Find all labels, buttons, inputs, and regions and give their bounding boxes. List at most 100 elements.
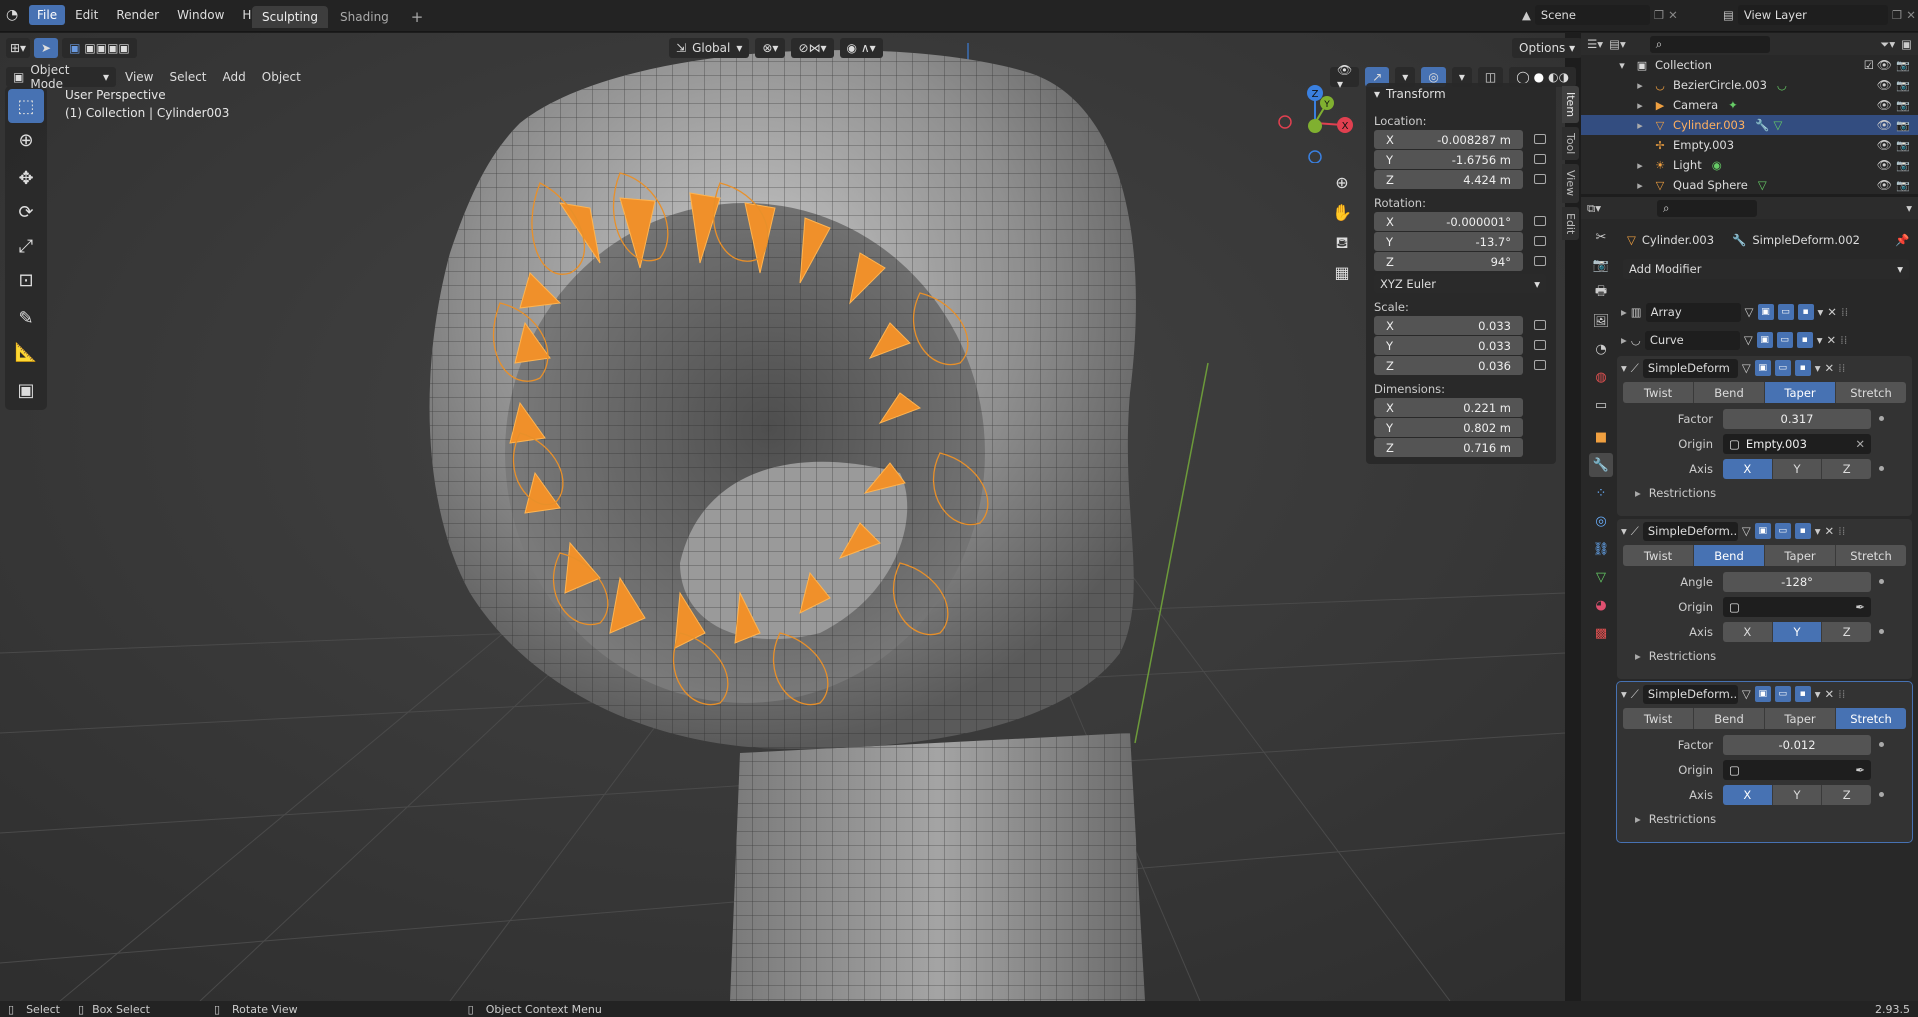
rotation-y-field[interactable]: Y -13.7° bbox=[1374, 232, 1523, 251]
outliner-search-input[interactable]: ⌕ bbox=[1649, 35, 1770, 53]
collection-checkbox-icon[interactable]: ☑ bbox=[1864, 58, 1874, 72]
properties-editor-icon[interactable]: ⧉▾ bbox=[1587, 201, 1601, 216]
modifier-name-simpledeform[interactable]: SimpleDeform bbox=[1642, 358, 1738, 378]
annotate-tool-icon[interactable]: ✎ bbox=[8, 301, 44, 335]
viewport-display-icon[interactable]: ▭ bbox=[1774, 360, 1791, 376]
filter-icon[interactable]: ⏷▾ bbox=[1880, 37, 1895, 52]
delete-view-layer-icon[interactable]: ✕ bbox=[1906, 8, 1916, 22]
drag-handle-icon[interactable]: ⁞⁞ bbox=[1838, 524, 1845, 538]
sidebar-tab-tool[interactable]: Tool bbox=[1562, 127, 1579, 161]
mode-stretch[interactable]: Stretch bbox=[1836, 708, 1906, 729]
add-workspace-icon[interactable]: + bbox=[401, 6, 434, 28]
dimensions-z-field[interactable]: Z 0.716 m bbox=[1374, 438, 1523, 457]
add-modifier-dropdown[interactable]: Add Modifier ▾ bbox=[1623, 259, 1909, 279]
visibility-eye-icon[interactable]: 👁 bbox=[1877, 118, 1892, 132]
new-collection-icon[interactable]: ▣ bbox=[1901, 37, 1912, 51]
scale-x-field[interactable]: X 0.033 bbox=[1374, 316, 1523, 335]
mode-bend[interactable]: Bend bbox=[1694, 382, 1765, 403]
transform-tool-icon[interactable]: ⊡ bbox=[8, 263, 44, 297]
render-camera-icon[interactable]: 📷 bbox=[1896, 119, 1910, 132]
axis-y[interactable]: Y bbox=[1772, 458, 1823, 479]
outliner-item-quadsphere[interactable]: ▸ ▽ Quad Sphere ▽ 👁 📷 bbox=[1581, 175, 1918, 195]
properties-search-input[interactable]: ⌕ bbox=[1656, 199, 1757, 217]
material-tab-icon[interactable]: ◕ bbox=[1589, 593, 1613, 617]
axis-x[interactable]: X bbox=[1723, 458, 1773, 479]
mode-bend[interactable]: Bend bbox=[1694, 708, 1765, 729]
viewport-display-icon[interactable]: ▭ bbox=[1774, 523, 1791, 539]
collapse-chevron-icon[interactable]: ▾ bbox=[1621, 687, 1627, 701]
proportional-edit-icon[interactable]: ◉ ∧▾ bbox=[839, 38, 883, 58]
keyframe-dot-icon[interactable] bbox=[1879, 792, 1884, 797]
add-cube-tool-icon[interactable]: ▣ bbox=[8, 373, 44, 407]
delete-modifier-icon[interactable]: ✕ bbox=[1824, 524, 1834, 538]
measure-tool-icon[interactable]: 📐 bbox=[8, 335, 44, 369]
move-tool-icon[interactable]: ✥ bbox=[8, 161, 44, 195]
modifier-menu-icon[interactable]: ▾ bbox=[1817, 333, 1823, 347]
render-camera-icon[interactable]: 📷 bbox=[1896, 59, 1910, 72]
eyedropper-icon[interactable]: ✒ bbox=[1855, 600, 1865, 614]
origin-field[interactable]: ▢ ✒ bbox=[1723, 596, 1871, 617]
view-layer-tab-icon[interactable]: 🖼 bbox=[1589, 309, 1613, 333]
view-layer-field[interactable]: View Layer bbox=[1737, 5, 1888, 25]
editor-type-icon[interactable]: ⊞▾ bbox=[6, 38, 31, 58]
outliner-item-beziercircle[interactable]: ▸ ◡ BezierCircle.003 ◡ 👁 📷 bbox=[1581, 75, 1918, 95]
eyedropper-icon[interactable]: ✒ bbox=[1855, 763, 1865, 777]
particles-tab-icon[interactable]: ⁘ bbox=[1589, 481, 1613, 505]
delete-modifier-icon[interactable]: ✕ bbox=[1827, 305, 1837, 319]
select-mode-arrow-icon[interactable]: ➤ bbox=[34, 38, 59, 58]
scale-z-field[interactable]: Z 0.036 bbox=[1374, 356, 1523, 375]
drag-handle-icon[interactable]: ⁞⁞ bbox=[1840, 333, 1847, 347]
mode-stretch[interactable]: Stretch bbox=[1836, 545, 1906, 566]
collapse-chevron-icon[interactable]: ▾ bbox=[1621, 524, 1627, 538]
texture-tab-icon[interactable]: ▩ bbox=[1589, 621, 1613, 645]
outliner-item-light[interactable]: ▸ ☀ Light ◉ 👁 📷 bbox=[1581, 155, 1918, 175]
constraints-tab-icon[interactable]: ⛓ bbox=[1589, 537, 1613, 561]
keyframe-dot-icon[interactable] bbox=[1879, 579, 1884, 584]
restrictions-subpanel[interactable]: ▸ Restrictions bbox=[1617, 644, 1912, 668]
menu-file[interactable]: File bbox=[29, 5, 66, 25]
camera-view-icon[interactable]: ⛾ bbox=[1328, 233, 1356, 263]
edit-cage-icon[interactable]: ▽ bbox=[1742, 361, 1751, 375]
render-display-icon[interactable]: ▪ bbox=[1794, 360, 1811, 376]
rotation-mode-dropdown[interactable]: XYZ Euler ▾ bbox=[1374, 274, 1546, 293]
render-camera-icon[interactable]: 📷 bbox=[1896, 139, 1910, 152]
modifier-menu-icon[interactable]: ▾ bbox=[1815, 524, 1821, 538]
visibility-icon[interactable]: 👁▾ bbox=[1330, 63, 1360, 91]
menu-select[interactable]: Select bbox=[162, 67, 213, 87]
modifier-tab-icon[interactable]: 🔧 bbox=[1589, 453, 1613, 477]
menu-object[interactable]: Object bbox=[255, 67, 308, 87]
edit-cage-icon[interactable]: ▽ bbox=[1742, 687, 1751, 701]
keyframe-dot-icon[interactable] bbox=[1879, 742, 1884, 747]
editmode-icon[interactable]: ▣ bbox=[1757, 304, 1774, 320]
expand-chevron-icon[interactable]: ▸ bbox=[1621, 305, 1627, 319]
viewport-display-icon[interactable]: ▭ bbox=[1774, 686, 1791, 702]
menu-edit[interactable]: Edit bbox=[67, 5, 106, 25]
outliner-item-empty[interactable]: ✢ Empty.003 👁 📷 bbox=[1581, 135, 1918, 155]
object-tab-icon[interactable]: ■ bbox=[1589, 425, 1613, 449]
viewport-display-icon[interactable]: ▭ bbox=[1777, 304, 1794, 320]
outliner-item-camera[interactable]: ▸ ▶ Camera ✦ 👁 📷 bbox=[1581, 95, 1918, 115]
drag-handle-icon[interactable]: ⁞⁞ bbox=[1838, 361, 1845, 375]
viewport-display-icon[interactable]: ▭ bbox=[1776, 332, 1793, 348]
render-camera-icon[interactable]: 📷 bbox=[1896, 99, 1910, 112]
render-camera-icon[interactable]: 📷 bbox=[1896, 159, 1910, 172]
3d-viewport[interactable]: User Perspective (1) Collection | Cylind… bbox=[0, 33, 1565, 1001]
scene-icon[interactable]: ▲ bbox=[1522, 8, 1531, 22]
render-display-icon[interactable]: ▪ bbox=[1797, 304, 1814, 320]
menu-view[interactable]: View bbox=[118, 67, 160, 87]
delete-scene-icon[interactable]: ✕ bbox=[1668, 8, 1678, 22]
location-x-field[interactable]: X -0.008287 m bbox=[1374, 130, 1523, 149]
collapse-chevron-icon[interactable]: ▾ bbox=[1374, 87, 1380, 101]
dimensions-x-field[interactable]: X 0.221 m bbox=[1374, 398, 1523, 417]
restrictions-subpanel[interactable]: ▸ Restrictions bbox=[1617, 481, 1912, 505]
lock-scale-y-icon[interactable] bbox=[1534, 340, 1546, 350]
scene-tab-icon[interactable]: ◔ bbox=[1589, 337, 1613, 361]
menu-add[interactable]: Add bbox=[216, 67, 253, 87]
editmode-icon[interactable]: ▣ bbox=[1754, 360, 1771, 376]
modifier-name-curve[interactable]: Curve bbox=[1644, 330, 1740, 350]
visibility-eye-icon[interactable]: 👁 bbox=[1877, 178, 1892, 192]
delete-modifier-icon[interactable]: ✕ bbox=[1826, 333, 1836, 347]
editmode-icon[interactable]: ▣ bbox=[1756, 332, 1773, 348]
drag-handle-icon[interactable]: ⁞⁞ bbox=[1841, 305, 1848, 319]
sidebar-tab-edit[interactable]: Edit bbox=[1562, 206, 1579, 240]
